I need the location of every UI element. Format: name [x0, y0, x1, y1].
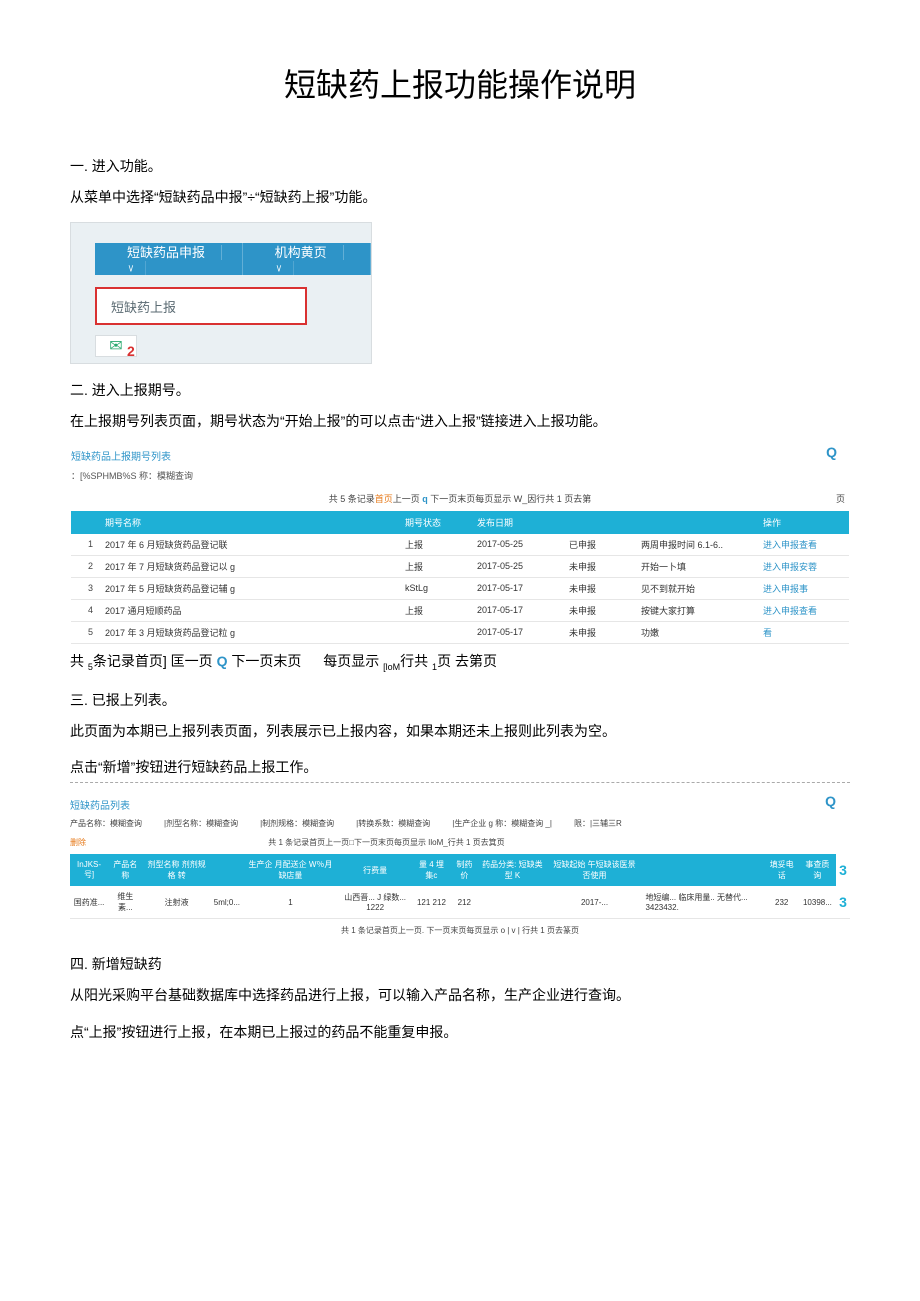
menu-bar: 短缺药品申报 ˅ 机构黄页 ˅ [95, 243, 371, 275]
screenshot-period-list: Q 短缺药品上报期号列表 ：[%SPHMB%S 称：模糊查询 共 5 条记录首页… [70, 447, 850, 645]
section-4-text-2: 点“上报”按钮进行上报，在本期已上报过的药品不能重复申报。 [70, 1021, 850, 1043]
table-row: 12017 年 6 月短缺货药品登记联上报2017-05-25已申报两周申报时间… [71, 534, 849, 556]
reported-table: InJKS-号] 产品名称 剂型名称 剂剂规格 转 生产企 月配送企 W％月缺店… [70, 854, 850, 919]
period-table: 期号名称 期号状态 发布日期 操作 12017 年 6 月短缺货药品登记联上报2… [71, 511, 849, 644]
section-2-text: 在上报期号列表页面，期号状态为“开始上报”的可以点击“进入上报”链接进入上报功能… [70, 410, 850, 432]
filter-manufacturer[interactable]: |生产企业 g 称：模糊查询 _| [452, 818, 552, 829]
pager-caption: 共 5条记录首页] 匡一页 Q 下一页末页 每页显示 [loM行共 1页 去第页 [70, 651, 850, 672]
filter-spec[interactable]: |制剂规格：模糊查询 [260, 818, 334, 829]
chevron-down-icon: ˅ [265, 261, 293, 276]
col-operation: 操作 [757, 511, 849, 534]
search-icon[interactable]: Q [825, 793, 836, 809]
menu-tab-org-pages[interactable]: 机构黄页 ˅ [243, 242, 371, 276]
col-publish-date: 发布日期 [471, 511, 563, 534]
page-number-icon: Q [217, 653, 228, 669]
pager-bottom[interactable]: 共 1 条记录首页上一页. 下一页末页每页显示 o | v | 行共 1 页去篆… [70, 925, 850, 936]
col-period-status: 期号状态 [399, 511, 471, 534]
table-row: 国药准... 维生素... 注射液 5ml;0... 1 山西晋... J 绿数… [70, 886, 850, 919]
enter-report-link[interactable]: 进入申报查看 [757, 534, 849, 556]
screenshot-reported-list: Q 短缺药品列表 产品名称：模糊查询 |剂型名称：模糊查询 |制剂规格：模糊查询… [70, 797, 850, 936]
filter-product-name[interactable]: 产品名称：模糊查询 [70, 818, 142, 829]
section-1-text: 从菜单中选择“短缺药品中报”÷“短缺药上报”功能。 [70, 186, 850, 208]
pager-first[interactable]: 首页 [375, 494, 393, 504]
pager-top[interactable]: 共 1 条记录首页上一页□下一页末页每页显示 IloM_行共 1 页去箕页 [268, 837, 504, 848]
period-table-body: 12017 年 6 月短缺货药品登记联上报2017-05-25已申报两周申报时间… [71, 534, 849, 644]
notification-badge: 2 [127, 343, 135, 359]
enter-report-link[interactable]: 看 [757, 621, 849, 643]
table-row: 32017 年 5 月短缺货药品登记辅 gkStLg2017-05-17未申报见… [71, 577, 849, 599]
enter-report-link[interactable]: 进入申报事 [757, 577, 849, 599]
table-row: 52017 年 3 月短缺货药品登记粒 g2017-05-17未申报功嫩看 [71, 621, 849, 643]
enter-report-link[interactable]: 进入申报安蓉 [757, 555, 849, 577]
filter-bar: 产品名称：模糊查询 |剂型名称：模糊查询 |制剂规格：模糊查询 |转换系数：模糊… [70, 818, 850, 829]
section-3-text-1: 此页面为本期已上报列表页面，列表展示已上报内容，如果本期还未上报则此列表为空。 [70, 720, 850, 742]
document-page: 短缺药上报功能操作说明 一. 进入功能。 从菜单中选择“短缺药品中报”÷“短缺药… [0, 0, 920, 1301]
page-title: 短缺药上报功能操作说明 [70, 60, 850, 106]
section-3-heading: 三. 已报上列表。 [70, 690, 850, 710]
table-row: 42017 通月短顺药品上报2017-05-17未申报按键大家打算进入申报查看 [71, 599, 849, 621]
menu-tab-shortage-declare[interactable]: 短缺药品申报 ˅ [95, 242, 243, 276]
filter-limit[interactable]: 限：|三辅三R [574, 818, 622, 829]
screenshot-menu: 短缺药品申报 ˅ 机构黄页 ˅ 短缺药上报 ✉ 2 [70, 222, 372, 364]
delete-button[interactable]: 删除 [70, 837, 86, 848]
section-4-heading: 四. 新增短缺药 [70, 954, 850, 974]
action-icon[interactable]: 3 [839, 862, 847, 878]
pager-top[interactable]: 共 5 条记录首页上一页 q 下一页末页每页显示 W_因行共 1 页去第 页 [111, 492, 809, 505]
filter-conversion[interactable]: |转换系数：模糊查询 [356, 818, 430, 829]
table-row: 22017 年 7 月短缺货药品登记以 g上报2017-05-25未申报开始一卜… [71, 555, 849, 577]
search-icon[interactable]: Q [826, 444, 837, 460]
filter-dosage-form[interactable]: |剂型名称：模糊查询 [164, 818, 238, 829]
menu-item-shortage-report[interactable]: 短缺药上报 [95, 287, 307, 325]
chevron-down-icon: ˅ [117, 261, 145, 276]
filter-row[interactable]: ：[%SPHMB%S 称：模糊查询 [71, 469, 849, 482]
col-period-name: 期号名称 [99, 511, 399, 534]
section-1-heading: 一. 进入功能。 [70, 156, 850, 176]
action-icon[interactable]: 3 [839, 894, 847, 910]
enter-report-link[interactable]: 进入申报查看 [757, 599, 849, 621]
panel-title-reported-list: 短缺药品列表 [70, 797, 850, 812]
section-3-text-2: 点击“新增”按钮进行短缺药品上报工作。 [70, 756, 850, 783]
section-2-heading: 二. 进入上报期号。 [70, 380, 850, 400]
panel-title-period-list: 短缺药品上报期号列表 [71, 448, 849, 463]
section-4-text-1: 从阳光采购平台基础数据库中选择药品进行上报，可以输入产品名称，生产企业进行查询。 [70, 984, 850, 1006]
